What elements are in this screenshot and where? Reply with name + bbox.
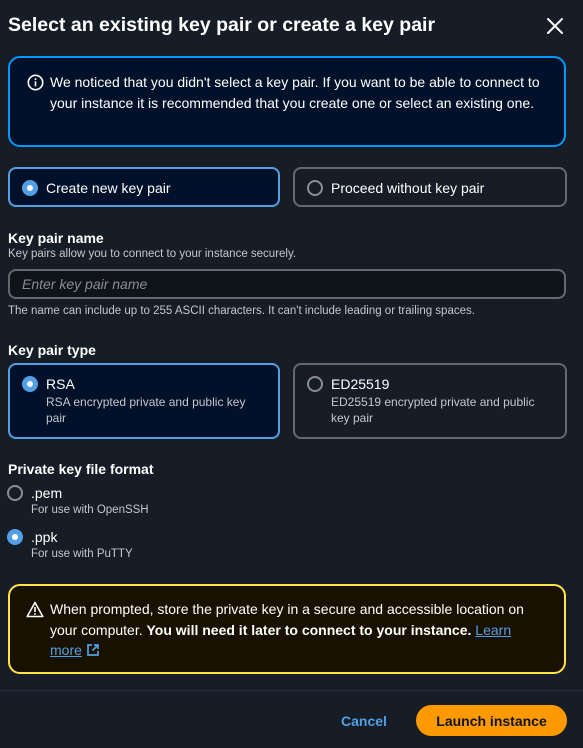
proceed-without-key-pair-option[interactable]: Proceed without key pair bbox=[293, 167, 567, 207]
info-alert-text: We noticed that you didn't select a key … bbox=[50, 74, 540, 111]
pem-description: For use with OpenSSH bbox=[31, 504, 149, 516]
external-link-icon bbox=[87, 644, 99, 656]
key-pair-name-constraint: The name can include up to 255 ASCII cha… bbox=[8, 305, 475, 317]
pem-label: .pem bbox=[31, 485, 63, 501]
modal-title: Select an existing key pair or create a … bbox=[8, 14, 436, 36]
rsa-radio[interactable] bbox=[22, 376, 38, 392]
rsa-description: RSA encrypted private and public key pai… bbox=[46, 395, 246, 425]
ppk-radio[interactable] bbox=[7, 529, 23, 545]
footer-divider bbox=[0, 690, 583, 691]
launch-instance-button[interactable]: Launch instance bbox=[416, 705, 567, 736]
proceed-without-key-pair-label: Proceed without key pair bbox=[331, 180, 485, 196]
key-pair-name-label: Key pair name bbox=[8, 230, 104, 246]
cancel-button[interactable]: Cancel bbox=[331, 706, 397, 736]
warning-alert: When prompted, store the private key in … bbox=[8, 584, 566, 674]
key-pair-name-description: Key pairs allow you to connect to your i… bbox=[8, 248, 297, 260]
create-new-key-pair-option[interactable]: Create new key pair bbox=[8, 167, 280, 207]
proceed-without-key-pair-radio[interactable] bbox=[307, 180, 323, 196]
close-button[interactable] bbox=[543, 14, 567, 38]
key-pair-name-input[interactable] bbox=[8, 269, 566, 299]
ed25519-option[interactable]: ED25519 ED25519 encrypted private and pu… bbox=[293, 363, 567, 439]
ppk-description: For use with PuTTY bbox=[31, 548, 133, 560]
pem-radio[interactable] bbox=[7, 485, 23, 501]
private-key-format-label: Private key file format bbox=[8, 461, 154, 477]
info-icon bbox=[27, 74, 44, 91]
key-pair-type-label: Key pair type bbox=[8, 342, 96, 358]
rsa-option[interactable]: RSA RSA encrypted private and public key… bbox=[8, 363, 280, 439]
close-icon bbox=[547, 18, 563, 34]
ppk-label: .ppk bbox=[31, 529, 58, 545]
ed25519-label: ED25519 bbox=[331, 376, 390, 392]
ed25519-description: ED25519 encrypted private and public key… bbox=[331, 395, 535, 425]
create-new-key-pair-radio[interactable] bbox=[22, 180, 38, 196]
warning-alert-text: When prompted, store the private key in … bbox=[50, 599, 542, 661]
warning-bold-text: You will need it later to connect to you… bbox=[146, 621, 472, 638]
info-alert: We noticed that you didn't select a key … bbox=[8, 56, 566, 147]
rsa-label: RSA bbox=[46, 376, 75, 392]
create-new-key-pair-label: Create new key pair bbox=[46, 180, 171, 196]
ed25519-radio[interactable] bbox=[307, 376, 323, 392]
warning-icon bbox=[26, 601, 44, 618]
modal-header: Select an existing key pair or create a … bbox=[8, 12, 575, 40]
